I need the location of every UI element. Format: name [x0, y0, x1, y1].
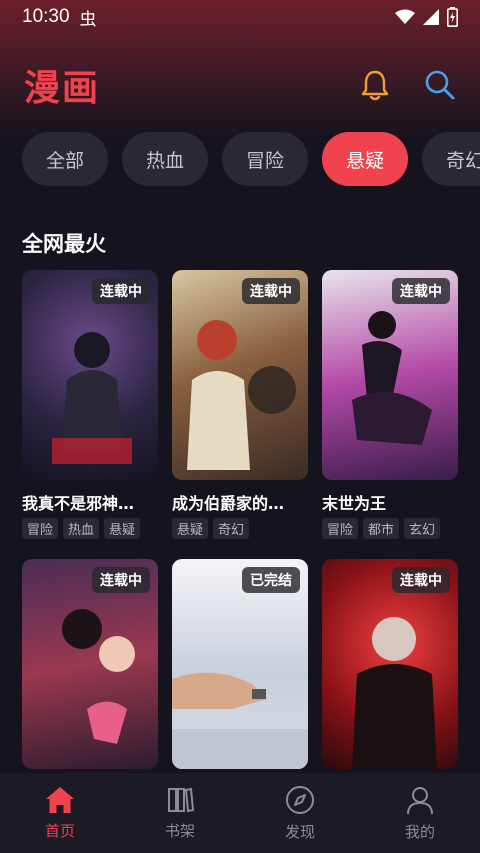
comic-title[interactable]: 我真不是邪神… — [22, 490, 158, 514]
status-badge: 连载中 — [92, 278, 150, 304]
status-badge: 连载中 — [92, 567, 150, 593]
comic-title[interactable]: 成为伯爵家的… — [172, 490, 308, 514]
bookshelf-icon — [168, 787, 194, 812]
app-title: 漫画 — [24, 68, 101, 109]
genre-tag: 冒险 — [22, 518, 59, 539]
comic-title[interactable]: 末世为王 — [322, 490, 458, 514]
status-badge: 连载中 — [242, 278, 300, 304]
comic-tags: 悬疑 奇幻 — [172, 518, 308, 539]
comic-card[interactable]: 连载中 我真不是邪神… 冒险 热血 悬疑 — [22, 270, 158, 539]
category-chip-adventure[interactable]: 冒险 — [222, 132, 308, 186]
bell-icon[interactable] — [360, 69, 390, 101]
category-chip-all[interactable]: 全部 — [22, 132, 108, 186]
nav-label-bookshelf: 书架 — [164, 821, 195, 840]
search-icon[interactable] — [424, 69, 456, 101]
comic-card[interactable]: 连载中 末世为王 冒险 都市 玄幻 — [322, 270, 458, 539]
status-badge: 连载中 — [392, 278, 450, 304]
comic-card[interactable]: 连载中 成为伯爵家的… 悬疑 奇幻 — [172, 270, 308, 539]
nav-item-discover[interactable]: 发现 — [240, 773, 360, 853]
comic-cover[interactable]: 连载中 — [172, 270, 308, 480]
nav-label-profile: 我的 — [404, 822, 435, 841]
bottom-nav: 首页 书架 发现 我的 — [0, 773, 480, 853]
status-time: 10:30 — [22, 6, 70, 27]
section-title: 全网最火 — [22, 232, 106, 256]
comic-tags: 冒险 热血 悬疑 — [22, 518, 158, 539]
nav-label-home: 首页 — [44, 821, 75, 840]
category-chip-fantasy[interactable]: 奇幻 — [422, 132, 480, 186]
category-chip-suspense[interactable]: 悬疑 — [322, 132, 408, 186]
wifi-icon — [395, 9, 415, 24]
category-chip-hot-blood[interactable]: 热血 — [122, 132, 208, 186]
comic-grid: 连载中 我真不是邪神… 冒险 热血 悬疑 连载中 成为伯爵家的… 悬疑 奇幻 连… — [22, 270, 458, 769]
nav-label-discover: 发现 — [284, 822, 315, 841]
genre-tag: 悬疑 — [104, 518, 141, 539]
comic-cover[interactable]: 连载中 — [22, 559, 158, 769]
signal-icon — [423, 9, 439, 25]
comic-cover[interactable]: 连载中 — [22, 270, 158, 480]
genre-tag: 悬疑 — [172, 518, 209, 539]
category-tabs: 全部 热血 冒险 悬疑 奇幻 — [22, 132, 480, 188]
comic-cover[interactable]: 连载中 — [322, 270, 458, 480]
genre-tag: 玄幻 — [404, 518, 441, 539]
nav-item-profile[interactable]: 我的 — [360, 773, 480, 853]
comic-cover[interactable]: 连载中 — [322, 559, 458, 769]
genre-tag: 奇幻 — [213, 518, 250, 539]
comic-card[interactable]: 连载中 — [322, 559, 458, 769]
comic-cover[interactable]: 已完结 — [172, 559, 308, 769]
compass-icon — [286, 785, 314, 814]
genre-tag: 冒险 — [322, 518, 359, 539]
status-bar: 10:30 虫 — [0, 0, 480, 34]
home-icon — [46, 786, 74, 813]
notification-icon: 虫 — [79, 9, 97, 30]
user-icon — [407, 786, 433, 814]
status-badge: 已完结 — [242, 567, 300, 593]
comic-card[interactable]: 连载中 — [22, 559, 158, 769]
nav-item-bookshelf[interactable]: 书架 — [120, 773, 240, 853]
genre-tag: 热血 — [63, 518, 100, 539]
genre-tag: 都市 — [363, 518, 400, 539]
comic-tags: 冒险 都市 玄幻 — [322, 518, 458, 539]
status-badge: 连载中 — [392, 567, 450, 593]
comic-card[interactable]: 已完结 — [172, 559, 308, 769]
app-header: 漫画 — [0, 60, 480, 110]
nav-item-home[interactable]: 首页 — [0, 773, 120, 853]
battery-icon — [447, 7, 458, 27]
